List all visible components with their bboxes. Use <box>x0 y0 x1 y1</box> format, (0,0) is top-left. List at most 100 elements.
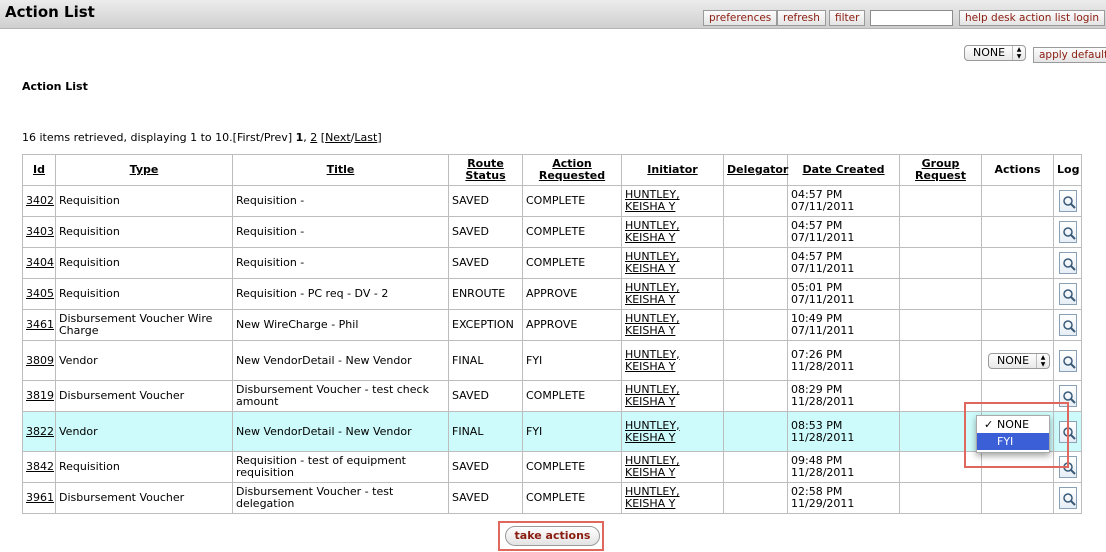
log-icon[interactable] <box>1058 221 1077 243</box>
action-requested-line2: Requested <box>538 169 606 182</box>
col-title[interactable]: Title <box>232 154 449 186</box>
initiator-link[interactable]: HUNTLEY, KEISHA Y <box>625 454 680 479</box>
bracket-close: ] <box>377 131 382 144</box>
initiator-link[interactable]: HUNTLEY, KEISHA Y <box>625 250 680 275</box>
cell-type: Vendor <box>55 411 233 452</box>
doc-id-link[interactable]: 3405 <box>26 287 54 300</box>
next-link[interactable]: Next <box>325 131 351 144</box>
option-label: NONE <box>997 418 1030 431</box>
cell-initiator: HUNTLEY, KEISHA Y <box>621 247 724 279</box>
cell-log <box>1053 185 1082 217</box>
cell-action-requested: COMPLETE <box>522 451 622 483</box>
row-action-value: NONE <box>997 353 1030 367</box>
initiator-line2: KEISHA Y <box>625 262 676 275</box>
table-row: 3402 Requisition Requisition - SAVED COMPLET… <box>22 185 1082 217</box>
col-route-status[interactable]: Route Status <box>448 154 523 186</box>
row-action-select[interactable]: NONE ▲ ▼ <box>988 352 1050 369</box>
col-date-created[interactable]: Date Created <box>787 154 900 186</box>
dropdown-option-fyi[interactable]: FYI <box>977 433 1049 450</box>
doc-id-link[interactable]: 3809 <box>26 354 54 367</box>
log-icon[interactable] <box>1058 314 1077 336</box>
initiator-link[interactable]: HUNTLEY, KEISHA Y <box>625 419 680 444</box>
cell-type: Disbursement Voucher <box>55 380 233 412</box>
first-link[interactable]: First <box>237 131 260 144</box>
apply-default-button[interactable]: apply default <box>1033 47 1106 63</box>
route-status-line2: Status <box>465 169 506 182</box>
refresh-button[interactable]: refresh <box>777 10 826 26</box>
log-icon[interactable] <box>1058 252 1077 274</box>
cell-actions <box>981 216 1054 248</box>
cell-type: Requisition <box>55 451 233 483</box>
cell-id: 3961 <box>22 482 56 514</box>
cell-route-status: EXCEPTION <box>448 309 523 341</box>
log-icon[interactable] <box>1058 283 1077 305</box>
cell-title: Disbursement Voucher - test delegation <box>232 482 449 514</box>
dropdown-option-none[interactable]: ✓ NONE <box>977 416 1049 433</box>
doc-id-link[interactable]: 3842 <box>26 460 54 473</box>
initiator-link[interactable]: HUNTLEY, KEISHA Y <box>625 312 680 337</box>
table-row: 3404 Requisition Requisition - SAVED COMPLET… <box>22 247 1082 279</box>
log-icon[interactable] <box>1058 487 1077 509</box>
cell-route-status: ENROUTE <box>448 278 523 310</box>
default-action-select[interactable]: NONE ▲ ▼ <box>964 45 1026 61</box>
preferences-button[interactable]: preferences <box>703 10 778 26</box>
col-group-request[interactable]: Group Request <box>899 154 982 186</box>
cell-id: 3461 <box>22 309 56 341</box>
col-type[interactable]: Type <box>55 154 233 186</box>
table-row: 3405 Requisition Requisition - PC req - DV… <box>22 278 1082 310</box>
action-dropdown-popup[interactable]: ✓ NONE FYI <box>976 415 1050 453</box>
initiator-line2: KEISHA Y <box>625 200 676 213</box>
cell-log <box>1053 278 1082 310</box>
take-actions-button[interactable]: take actions <box>505 526 600 546</box>
col-id[interactable]: Id <box>22 154 56 186</box>
cell-id: 3405 <box>22 278 56 310</box>
initiator-link[interactable]: HUNTLEY, KEISHA Y <box>625 281 680 306</box>
cell-group-request <box>899 278 982 310</box>
col-initiator[interactable]: Initiator <box>621 154 724 186</box>
doc-id-link[interactable]: 3819 <box>26 389 54 402</box>
cell-title: New VendorDetail - New Vendor <box>232 411 449 452</box>
doc-id-link[interactable]: 3822 <box>26 425 54 438</box>
table-row: 3403 Requisition Requisition - SAVED COMPLET… <box>22 216 1082 248</box>
cell-title: New VendorDetail - New Vendor <box>232 340 449 381</box>
cell-actions <box>981 482 1054 514</box>
cell-date-created: 07:26 PM 11/28/2011 <box>787 340 900 381</box>
doc-id-link[interactable]: 3461 <box>26 318 54 331</box>
cell-id: 3809 <box>22 340 56 381</box>
last-link[interactable]: Last <box>354 131 377 144</box>
initiator-link[interactable]: HUNTLEY, KEISHA Y <box>625 188 680 213</box>
cell-initiator: HUNTLEY, KEISHA Y <box>621 380 724 412</box>
cell-delegator <box>723 185 788 217</box>
created-date: 07/11/2011 <box>791 262 855 275</box>
col-delegator[interactable]: Delegator <box>723 154 788 186</box>
page-2-link[interactable]: 2 <box>310 131 317 144</box>
cell-id: 3819 <box>22 380 56 412</box>
log-icon[interactable] <box>1058 190 1077 212</box>
initiator-link[interactable]: HUNTLEY, KEISHA Y <box>625 348 680 373</box>
initiator-link[interactable]: HUNTLEY, KEISHA Y <box>625 485 680 510</box>
doc-id-link[interactable]: 3403 <box>26 225 54 238</box>
cell-type: Vendor <box>55 340 233 381</box>
cell-action-requested: COMPLETE <box>522 247 622 279</box>
search-input[interactable] <box>870 10 953 26</box>
initiator-line2: KEISHA Y <box>625 293 676 306</box>
doc-id-link[interactable]: 3404 <box>26 256 54 269</box>
cell-type: Requisition <box>55 185 233 217</box>
cell-route-status: SAVED <box>448 482 523 514</box>
cell-action-requested: COMPLETE <box>522 380 622 412</box>
prev-link[interactable]: Prev <box>264 131 288 144</box>
cell-action-requested: APPROVE <box>522 309 622 341</box>
cell-title: Disbursement Voucher - test check amount <box>232 380 449 412</box>
doc-id-link[interactable]: 3961 <box>26 491 54 504</box>
initiator-link[interactable]: HUNTLEY, KEISHA Y <box>625 219 680 244</box>
table-row: 3819 Disbursement Voucher Disbursement Vou… <box>22 380 1082 412</box>
initiator-link[interactable]: HUNTLEY, KEISHA Y <box>625 383 680 408</box>
log-icon[interactable] <box>1058 349 1077 372</box>
top-bar: Action List preferences refresh filter h… <box>0 0 1106 29</box>
col-action-requested[interactable]: Action Requested <box>522 154 622 186</box>
help-desk-login-button[interactable]: help desk action list login <box>959 10 1106 26</box>
filter-button[interactable]: filter <box>829 10 866 26</box>
doc-id-link[interactable]: 3402 <box>26 194 54 207</box>
cell-type: Disbursement Voucher Wire Charge <box>55 309 233 341</box>
cell-delegator <box>723 340 788 381</box>
